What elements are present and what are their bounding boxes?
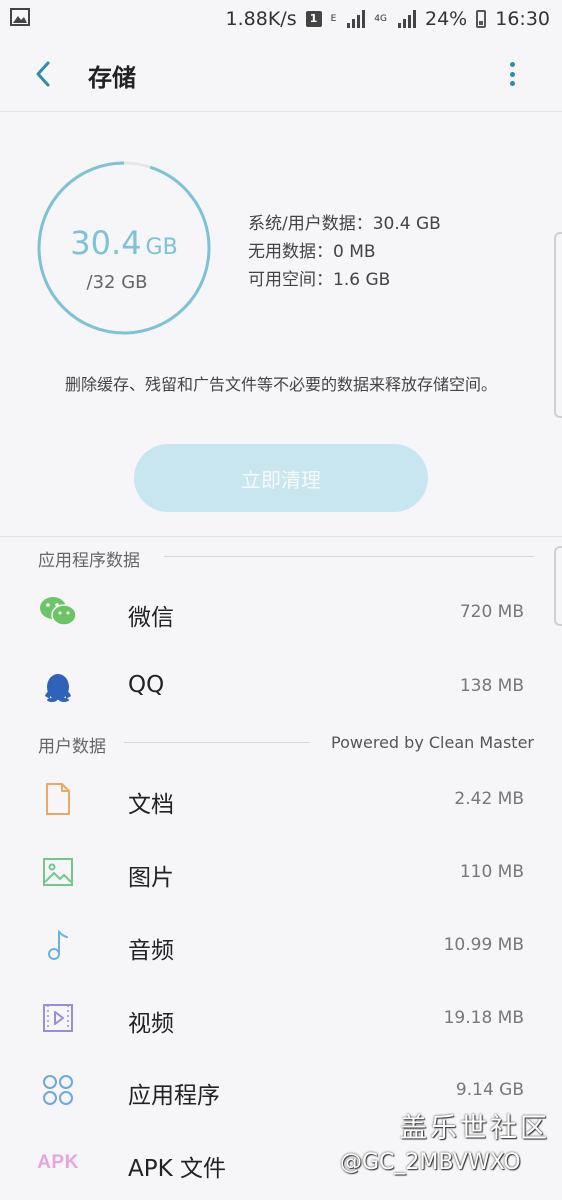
list-item-size: 10.99 MB [443, 935, 524, 955]
list-item-audio[interactable]: 音频 10.99 MB [0, 909, 562, 981]
sim-badge: 1 [305, 11, 322, 27]
used-storage-value: 30.4 GB [36, 224, 212, 262]
list-item-images[interactable]: 图片 110 MB [0, 836, 562, 908]
list-item-label: 图片 [128, 865, 174, 891]
junk-data-text: 无用数据：0 MB [248, 242, 376, 262]
system-user-data-text: 系统/用户数据：30.4 GB [248, 214, 441, 234]
back-button[interactable] [30, 60, 58, 88]
app-bar: 存储 [0, 38, 562, 112]
battery-icon [476, 10, 487, 28]
used-number: 30.4 [70, 224, 142, 262]
signal-icon-2 [396, 10, 416, 28]
network-e-label: E [330, 13, 337, 24]
powered-by-text: Powered by Clean Master [331, 733, 534, 752]
clean-now-button[interactable]: 立即清理 [134, 444, 428, 512]
more-options-button[interactable] [502, 58, 522, 90]
apk-icon: APK [37, 1145, 79, 1181]
list-item-size: 110 MB [459, 862, 524, 882]
signal-icon [345, 10, 366, 28]
list-item-documents[interactable]: 文档 2.42 MB [0, 763, 562, 835]
list-item-size: 2.42 MB [454, 789, 524, 809]
chevron-left-icon [36, 61, 50, 87]
list-item-size: 9.14 GB [455, 1080, 524, 1100]
section-divider [0, 536, 562, 537]
wechat-icon [38, 594, 78, 630]
available-space-text: 可用空间：1.6 GB [248, 270, 391, 290]
used-unit: GB [145, 235, 178, 260]
list-item-label: 应用程序 [128, 1083, 220, 1109]
list-item-size: 19.18 MB [443, 1008, 524, 1028]
image-icon [38, 854, 78, 890]
list-item-qq[interactable]: QQ 138 MB [0, 650, 562, 722]
list-item-wechat[interactable]: 微信 720 MB [0, 576, 562, 648]
document-icon [38, 781, 78, 817]
gallery-notification-icon [10, 7, 30, 31]
clean-description: 删除缓存、残留和广告文件等不必要的数据来释放存储空间。 [64, 375, 497, 394]
list-item-video[interactable]: 视频 19.18 MB [0, 982, 562, 1054]
header-line [124, 742, 310, 743]
storage-info: 系统/用户数据：30.4 GB 无用数据：0 MB 可用空间：1.6 GB [248, 210, 441, 294]
apps-grid-icon [38, 1072, 78, 1108]
watermark-handle: @GC_2MBVWXO [340, 1150, 521, 1175]
watermark-community: 盖乐世社区 [400, 1113, 550, 1144]
user-data-header: 用户数据 [38, 737, 106, 757]
network-speed: 1.88K/s [225, 8, 297, 30]
status-bar: 1.88K/s 1 E 4G 24% 16:30 [0, 0, 562, 38]
list-item-size: 720 MB [459, 602, 524, 622]
total-storage-value: /32 GB [86, 272, 148, 293]
header-line [164, 556, 534, 557]
music-note-icon [38, 927, 78, 963]
more-vert-icon [509, 62, 515, 67]
list-item-label: 文档 [128, 792, 174, 818]
list-item-label: 音频 [128, 938, 174, 964]
battery-percent: 24% [425, 8, 468, 30]
list-item-label: 视频 [128, 1011, 174, 1037]
edge-panel-handle[interactable] [554, 232, 562, 418]
video-icon [38, 1000, 78, 1036]
apk-icon-text: APK [37, 1152, 79, 1173]
app-data-header: 应用程序数据 [38, 551, 140, 571]
list-item-label: QQ [128, 672, 165, 698]
clock: 16:30 [495, 8, 550, 30]
list-item-label: APK 文件 [128, 1156, 226, 1182]
network-4g-label: 4G [374, 13, 387, 24]
page-title: 存储 [88, 64, 136, 92]
list-item-label: 微信 [128, 605, 174, 631]
qq-penguin-icon [38, 668, 78, 704]
list-item-size: 138 MB [459, 676, 524, 696]
